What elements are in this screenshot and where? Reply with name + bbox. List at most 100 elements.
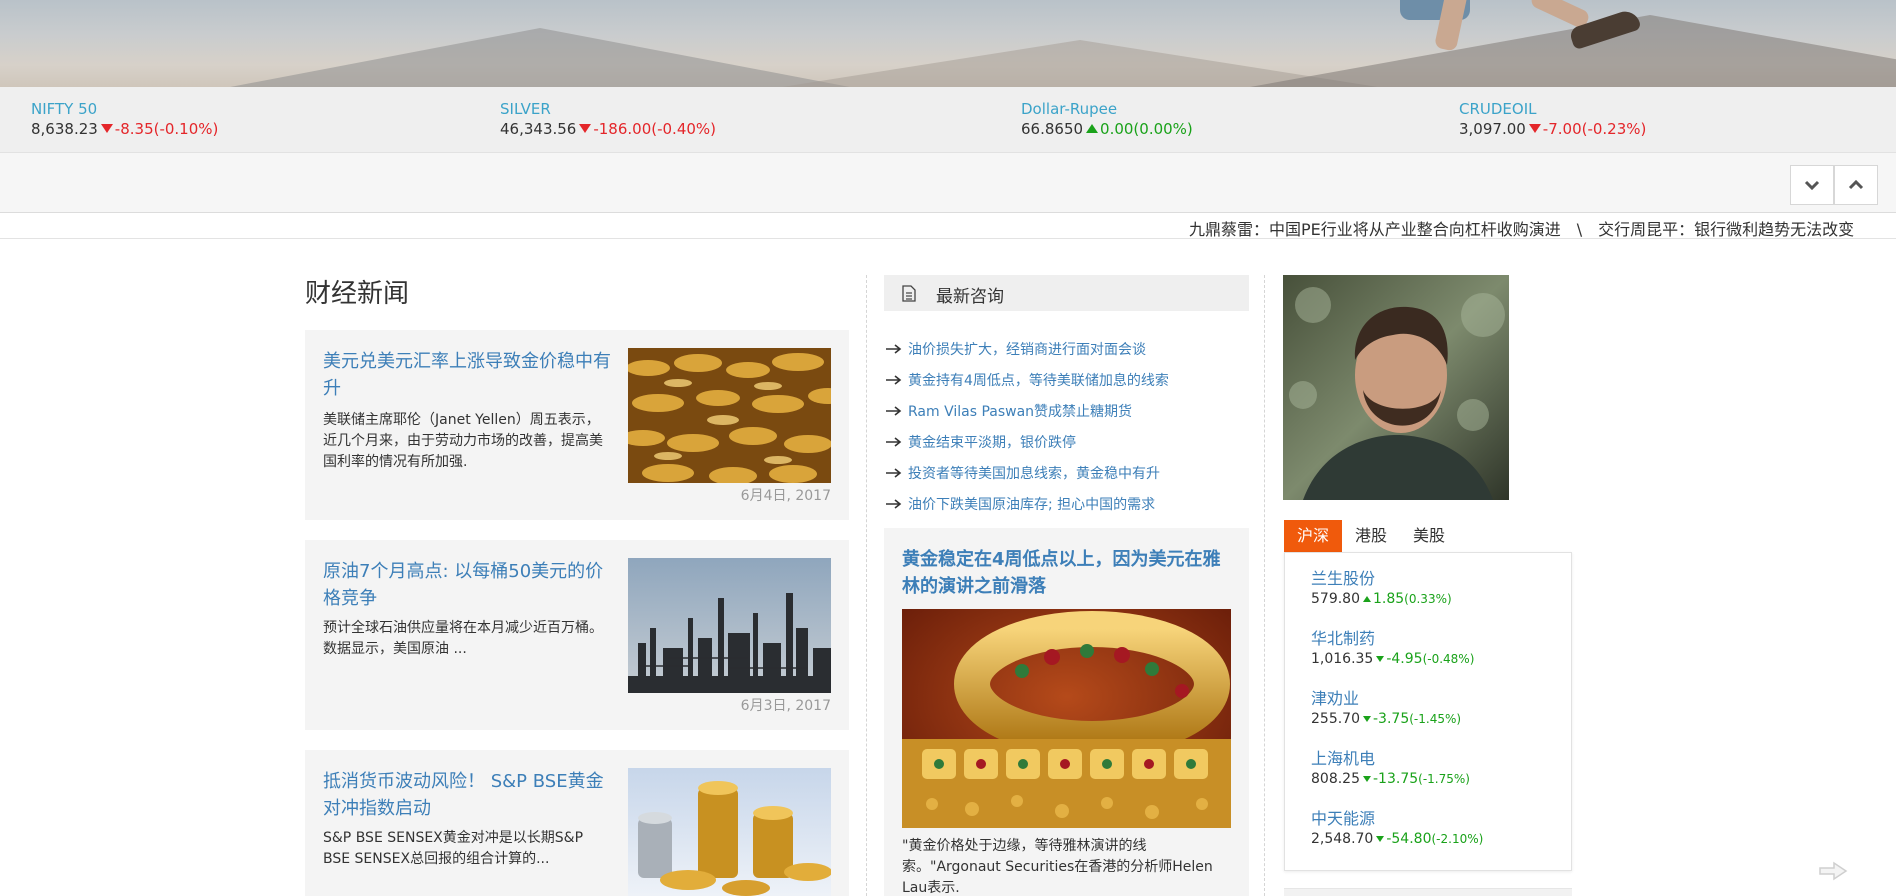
stock-name-link[interactable]: 津劝业 <box>1311 689 1461 709</box>
stock-value: 579.80 <box>1311 591 1360 607</box>
arrow-right-icon <box>886 498 902 509</box>
advisory-title: 最新咨询 <box>936 287 1004 307</box>
news-title-link[interactable]: 抵消货币波动风险！ S&P BSE黄金对冲指数启动 <box>323 768 613 822</box>
stock-item[interactable]: 津劝业 255.70 -3.75(-1.45%) <box>1311 689 1461 729</box>
advisor-portrait-image[interactable] <box>1283 275 1509 500</box>
stock-item[interactable]: 上海机电 808.25 -13.75(-1.75%) <box>1311 749 1470 789</box>
stock-item[interactable]: 中天能源 2,548.70 -54.80(-2.10%) <box>1311 809 1483 849</box>
advisory-item-label[interactable]: 油价下跌美国原油库存; 担心中国的需求 <box>908 494 1155 514</box>
featured-title-link[interactable]: 黄金稳定在4周低点以上，因为美元在雅林的演讲之前滑落 <box>902 546 1232 600</box>
news-excerpt: S&P BSE SENSEX黄金对冲是以长期S&P BSE SENSEX总回报的… <box>323 830 584 867</box>
stock-name-link[interactable]: 上海机电 <box>1311 749 1470 769</box>
next-widget-edge <box>1284 888 1572 896</box>
gold-jewelry-image[interactable] <box>902 609 1231 828</box>
down-arrow-icon <box>1376 836 1385 842</box>
market-ticker-bar: NIFTY 50 8,638.23 -8.35(-0.10%) SILVER 46… <box>0 87 1896 153</box>
stock-list-panel: 兰生股份 579.80 1.85(0.33%) 华北制药 1,016.35 -4.9… <box>1284 552 1572 871</box>
news-title-link[interactable]: 原油7个月高点: 以每桶50美元的价格竞争 <box>323 558 613 612</box>
stock-change-pct: (-2.10%) <box>1431 832 1484 846</box>
scroll-down-button[interactable] <box>1790 165 1834 205</box>
advisory-item-label[interactable]: 黄金持有4周低点，等待美联储加息的线索 <box>908 370 1169 390</box>
news-marquee: 九鼎蔡雷：中国PE行业将从产业整合向杠杆收购演进 \ 交行周昆平：银行微利趋势无法改… <box>0 214 1896 239</box>
stock-item[interactable]: 华北制药 1,016.35 -4.95(-0.48%) <box>1311 629 1474 669</box>
market-item-value: 66.8650 <box>1021 120 1084 138</box>
stock-name-link[interactable]: 中天能源 <box>1311 809 1483 829</box>
gold-coin-stack-image[interactable] <box>628 768 831 896</box>
finance-news-heading: 财经新闻 <box>305 279 410 309</box>
stock-value: 255.70 <box>1311 711 1360 727</box>
stock-change: 1.85 <box>1373 591 1405 607</box>
advisory-item[interactable]: 油价损失扩大，经销商进行面对面会谈 <box>884 333 1249 364</box>
up-arrow-icon <box>1086 124 1099 133</box>
news-card: 抵消货币波动风险！ S&P BSE黄金对冲指数启动 S&P BSE SENSEX… <box>305 750 849 896</box>
market-item-value: 3,097.00 <box>1459 120 1526 138</box>
down-arrow-icon <box>1363 776 1371 782</box>
hero-banner-image <box>0 0 1896 87</box>
market-item-name[interactable]: CRUDEOIL <box>1459 99 1646 119</box>
arrow-right-icon <box>886 467 902 478</box>
marquee-item[interactable]: 交行周昆平：银行微利趋势无法改变 <box>1598 220 1854 238</box>
market-item-name[interactable]: SILVER <box>500 99 716 119</box>
advisory-item[interactable]: Ram Vilas Paswan赞成禁止糖期货 <box>884 395 1249 426</box>
featured-excerpt: "黄金价格处于边缘，等待雅林演讲的线索。"Argonaut Securities… <box>902 838 1213 896</box>
tab-us-stocks[interactable]: 美股 <box>1400 520 1458 552</box>
up-arrow-icon <box>1363 596 1371 602</box>
down-arrow-icon <box>1528 124 1541 133</box>
stock-change: -4.95 <box>1386 651 1423 667</box>
arrow-right-icon <box>886 436 902 447</box>
arrow-right-icon <box>886 343 902 354</box>
stock-market-tabs: 沪深 港股 美股 <box>1284 520 1458 552</box>
advisory-item-label[interactable]: 投资者等待美国加息线索，黄金稳中有升 <box>908 463 1160 483</box>
market-item-name[interactable]: Dollar-Rupee <box>1021 99 1193 119</box>
advisory-header: 最新咨询 <box>884 275 1249 311</box>
scroll-up-button[interactable] <box>1834 165 1878 205</box>
market-item[interactable]: CRUDEOIL 3,097.00 -7.00(-0.23%) <box>1459 99 1646 139</box>
down-arrow-icon <box>579 124 592 133</box>
arrow-right-icon <box>886 405 902 416</box>
column-divider <box>1264 275 1265 896</box>
advisory-item[interactable]: 油价下跌美国原油库存; 担心中国的需求 <box>884 488 1249 519</box>
chevron-up-icon <box>1848 179 1864 190</box>
stock-change-pct: (0.33%) <box>1404 592 1452 606</box>
advisory-item[interactable]: 黄金持有4周低点，等待美联储加息的线索 <box>884 364 1249 395</box>
down-arrow-icon <box>1376 656 1385 662</box>
news-date: 6月4日, 2017 <box>740 488 831 504</box>
marquee-item[interactable]: 九鼎蔡雷：中国PE行业将从产业整合向杠杆收购演进 <box>1189 220 1561 238</box>
down-arrow-icon <box>1363 716 1371 722</box>
stock-change-pct: (-1.45%) <box>1409 712 1462 726</box>
arrow-right-icon <box>886 374 902 385</box>
market-item-value: 46,343.56 <box>500 120 577 138</box>
stock-value: 1,016.35 <box>1311 651 1374 667</box>
tab-shanghai-shenzhen[interactable]: 沪深 <box>1284 520 1343 552</box>
news-date: 6月3日, 2017 <box>740 698 831 714</box>
stock-change: -54.80 <box>1386 831 1432 847</box>
market-item-change: -8.35(-0.10%) <box>114 120 219 138</box>
advisory-item-label[interactable]: Ram Vilas Paswan赞成禁止糖期货 <box>908 401 1132 421</box>
stock-name-link[interactable]: 兰生股份 <box>1311 569 1452 589</box>
gold-coins-image[interactable] <box>628 348 831 483</box>
market-item-name[interactable]: NIFTY 50 <box>31 99 218 119</box>
refinery-image[interactable] <box>628 558 831 693</box>
advisory-list: 油价损失扩大，经销商进行面对面会谈 黄金持有4周低点，等待美联储加息的线索 Ra… <box>884 333 1249 519</box>
stock-change: -13.75 <box>1373 771 1419 787</box>
mountain-shape <box>1150 15 1896 87</box>
market-item-change: 0.00(0.00%) <box>1100 120 1193 138</box>
stock-item[interactable]: 兰生股份 579.80 1.85(0.33%) <box>1311 569 1452 609</box>
market-item[interactable]: NIFTY 50 8,638.23 -8.35(-0.10%) <box>31 99 218 139</box>
advisory-item-label[interactable]: 油价损失扩大，经销商进行面对面会谈 <box>908 339 1146 359</box>
stock-change-pct: (-1.75%) <box>1418 772 1470 786</box>
stock-name-link[interactable]: 华北制药 <box>1311 629 1474 649</box>
advisory-item-label[interactable]: 黄金结束平淡期，银价跌停 <box>908 432 1076 452</box>
news-title-link[interactable]: 美元兑美元汇率上涨导致金价稳中有升 <box>323 348 613 402</box>
advisory-item[interactable]: 黄金结束平淡期，银价跌停 <box>884 426 1249 457</box>
news-excerpt: 预计全球石油供应量将在本月减少近百万桶。 数据显示，美国原油 ... <box>323 620 603 657</box>
news-excerpt: 美联储主席耶伦（Janet Yellen）周五表示，近几个月来，由于劳动力市场的… <box>323 412 603 470</box>
down-arrow-icon <box>100 124 113 133</box>
market-item[interactable]: SILVER 46,343.56 -186.00(-0.40%) <box>500 99 716 139</box>
stock-change-pct: (-0.48%) <box>1422 652 1475 666</box>
advisory-item[interactable]: 投资者等待美国加息线索，黄金稳中有升 <box>884 457 1249 488</box>
ticker-control-bar <box>0 153 1896 213</box>
hand-pointer-right-icon[interactable] <box>1818 860 1848 882</box>
market-item[interactable]: Dollar-Rupee 66.8650 0.00(0.00%) <box>1021 99 1193 139</box>
tab-hong-kong[interactable]: 港股 <box>1342 520 1400 552</box>
